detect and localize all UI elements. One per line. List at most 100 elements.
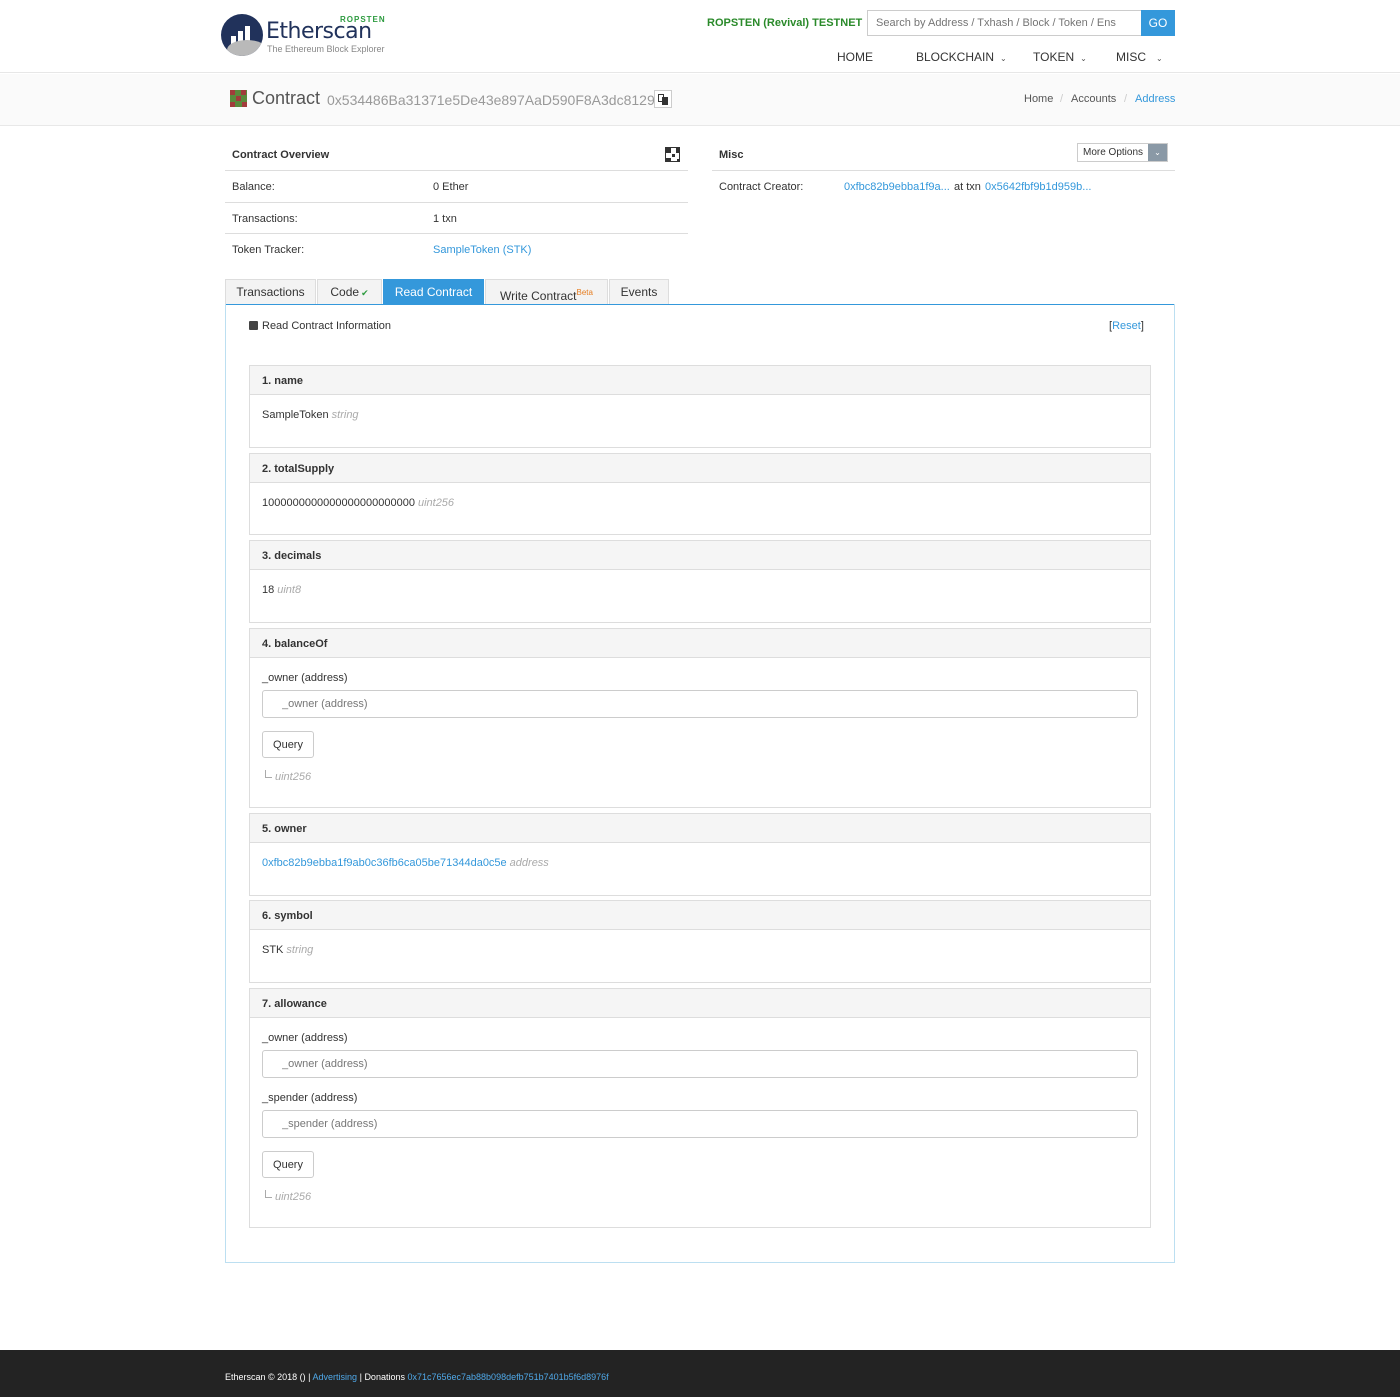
nav-token-label: TOKEN	[1033, 50, 1075, 64]
token-tracker-link[interactable]: SampleToken (STK)	[433, 244, 531, 256]
function-title: 7. allowance	[262, 998, 327, 1010]
function-result: 18 uint8	[262, 584, 301, 596]
tab-read-contract[interactable]: Read Contract	[383, 279, 484, 304]
function-card-symbol: 6. symbol STK string	[249, 900, 1151, 983]
footer: Etherscan © 2018 () | Advertising | Dona…	[0, 1350, 1400, 1397]
return-type-text: uint256	[275, 771, 312, 783]
result-value: 1000000000000000000000000	[262, 497, 415, 509]
overview-title: Contract Overview	[232, 149, 330, 161]
misc-title: Misc	[719, 149, 744, 161]
nav-blockchain-label: BLOCKCHAIN	[916, 50, 995, 64]
breadcrumb-accounts[interactable]: Accounts	[1071, 93, 1116, 105]
transactions-value: 1 txn	[433, 213, 457, 225]
function-title: 2. totalSupply	[262, 463, 335, 475]
top-navbar: ROPSTEN Etherscan The Ethereum Block Exp…	[0, 0, 1400, 73]
query-button[interactable]: Query	[262, 731, 314, 758]
function-result: SampleToken string	[262, 409, 359, 421]
breadcrumb-address: Address	[1135, 93, 1176, 105]
tab-events[interactable]: Events	[609, 279, 669, 304]
owner-address-link[interactable]: 0xfbc82b9ebba1f9ab0c36fb6ca05be71344da0c…	[262, 857, 507, 869]
page-title: Contract	[252, 88, 321, 108]
tab-code[interactable]: Code ✔	[317, 279, 382, 304]
query-button[interactable]: Query	[262, 1151, 314, 1178]
copy-address-button[interactable]	[654, 90, 672, 108]
logo-mark-icon	[221, 14, 263, 56]
chevron-down-icon: ⌄	[1148, 144, 1167, 161]
creator-address-link[interactable]: 0xfbc82b9ebba1f9a...	[844, 181, 950, 193]
address-identicon	[230, 90, 247, 107]
at-txn-label: at txn	[954, 181, 981, 193]
reset-control: [Reset]	[1109, 320, 1144, 332]
footer-advertising-link[interactable]: Advertising	[313, 1372, 358, 1382]
function-result: STK string	[262, 944, 313, 956]
footer-donations-link[interactable]: 0x71c7656ec7ab88b098defb751b7401b5f6d897…	[407, 1372, 608, 1382]
read-contract-heading: Read Contract Information	[249, 320, 391, 332]
tab-write-contract[interactable]: Write ContractBeta	[485, 279, 608, 304]
function-card-allowance: 7. allowance _owner (address) _spender (…	[249, 988, 1151, 1228]
result-value: SampleToken	[262, 409, 329, 421]
search-input[interactable]	[867, 10, 1142, 36]
creator-txn-link[interactable]: 0x5642fbf9b1d959b...	[985, 181, 1091, 193]
search-go-button[interactable]: GO	[1141, 10, 1175, 36]
owner-address-input[interactable]	[262, 1050, 1138, 1078]
breadcrumb-home[interactable]: Home	[1024, 93, 1053, 105]
elbow-connector-icon	[265, 1190, 272, 1198]
book-icon	[249, 321, 258, 330]
contract-address: 0x534486Ba31371e5De43e897AaD590F8A3dc812…	[327, 92, 663, 108]
logo-tagline: The Ethereum Block Explorer	[267, 44, 385, 54]
function-title: 1. name	[262, 375, 303, 387]
balance-value: 0 Ether	[433, 181, 469, 193]
nav-home-label: HOME	[837, 50, 873, 64]
chevron-down-icon: ⌄	[1156, 54, 1163, 63]
return-type-text: uint256	[275, 1191, 312, 1203]
function-card-totalsupply: 2. totalSupply 1000000000000000000000000…	[249, 453, 1151, 535]
qr-code-icon[interactable]	[665, 147, 680, 162]
balance-label: Balance:	[232, 181, 275, 193]
more-options-dropdown[interactable]: More Options ⌄	[1077, 143, 1168, 162]
owner-input-label: _owner (address)	[262, 1032, 348, 1044]
logo-name: Etherscan	[266, 19, 372, 44]
result-type: address	[509, 857, 549, 869]
function-card-balanceof: 4. balanceOf _owner (address) Query uint…	[249, 628, 1151, 808]
read-contract-heading-text: Read Contract Information	[262, 320, 392, 332]
footer-donations-label: Donations	[364, 1372, 405, 1382]
result-value: 18	[262, 584, 275, 596]
chevron-down-icon: ⌄	[1000, 54, 1007, 63]
footer-copyright: Etherscan © 2018 () |	[225, 1372, 311, 1382]
result-value: STK	[262, 944, 284, 956]
function-title: 6. symbol	[262, 910, 313, 922]
beta-badge: Beta	[576, 288, 593, 297]
result-type: string	[286, 944, 314, 956]
chevron-down-icon: ⌄	[1080, 54, 1087, 63]
result-type: uint256	[417, 497, 455, 509]
etherscan-logo[interactable]: ROPSTEN Etherscan The Ethereum Block Exp…	[221, 14, 391, 60]
tab-code-label: Code	[330, 285, 360, 299]
nav-home[interactable]: HOME	[837, 50, 873, 64]
return-type: uint256	[265, 1190, 311, 1203]
function-card-name: 1. name SampleToken string	[249, 365, 1151, 448]
tab-events-label: Events	[620, 285, 658, 299]
tab-read-contract-label: Read Contract	[394, 285, 473, 299]
more-options-label: More Options	[1083, 147, 1144, 158]
function-card-decimals: 3. decimals 18 uint8	[249, 540, 1151, 623]
tab-transactions-label: Transactions	[236, 285, 305, 299]
token-tracker-label: Token Tracker:	[232, 244, 305, 256]
footer-text: Etherscan © 2018 () | Advertising | Dona…	[225, 1372, 609, 1382]
transactions-label: Transactions:	[232, 213, 298, 225]
function-result: 0xfbc82b9ebba1f9ab0c36fb6ca05be71344da0c…	[262, 857, 549, 869]
return-type: uint256	[265, 770, 311, 783]
reset-link[interactable]: Reset	[1112, 320, 1141, 332]
tab-transactions[interactable]: Transactions	[225, 279, 316, 304]
owner-address-input[interactable]	[262, 690, 1138, 718]
network-label: ROPSTEN (Revival) TESTNET	[707, 17, 863, 29]
result-type: string	[331, 409, 359, 421]
elbow-connector-icon	[265, 770, 272, 778]
owner-input-label: _owner (address)	[262, 672, 348, 684]
nav-blockchain[interactable]: BLOCKCHAIN ⌄	[916, 50, 1007, 64]
nav-misc[interactable]: MISC ⌄	[1116, 50, 1163, 64]
nav-token[interactable]: TOKEN ⌄	[1033, 50, 1087, 64]
page-header: Contract 0x534486Ba31371e5De43e897AaD590…	[0, 74, 1400, 126]
footer-separator: |	[359, 1372, 362, 1382]
result-type: uint8	[277, 584, 302, 596]
spender-address-input[interactable]	[262, 1110, 1138, 1138]
